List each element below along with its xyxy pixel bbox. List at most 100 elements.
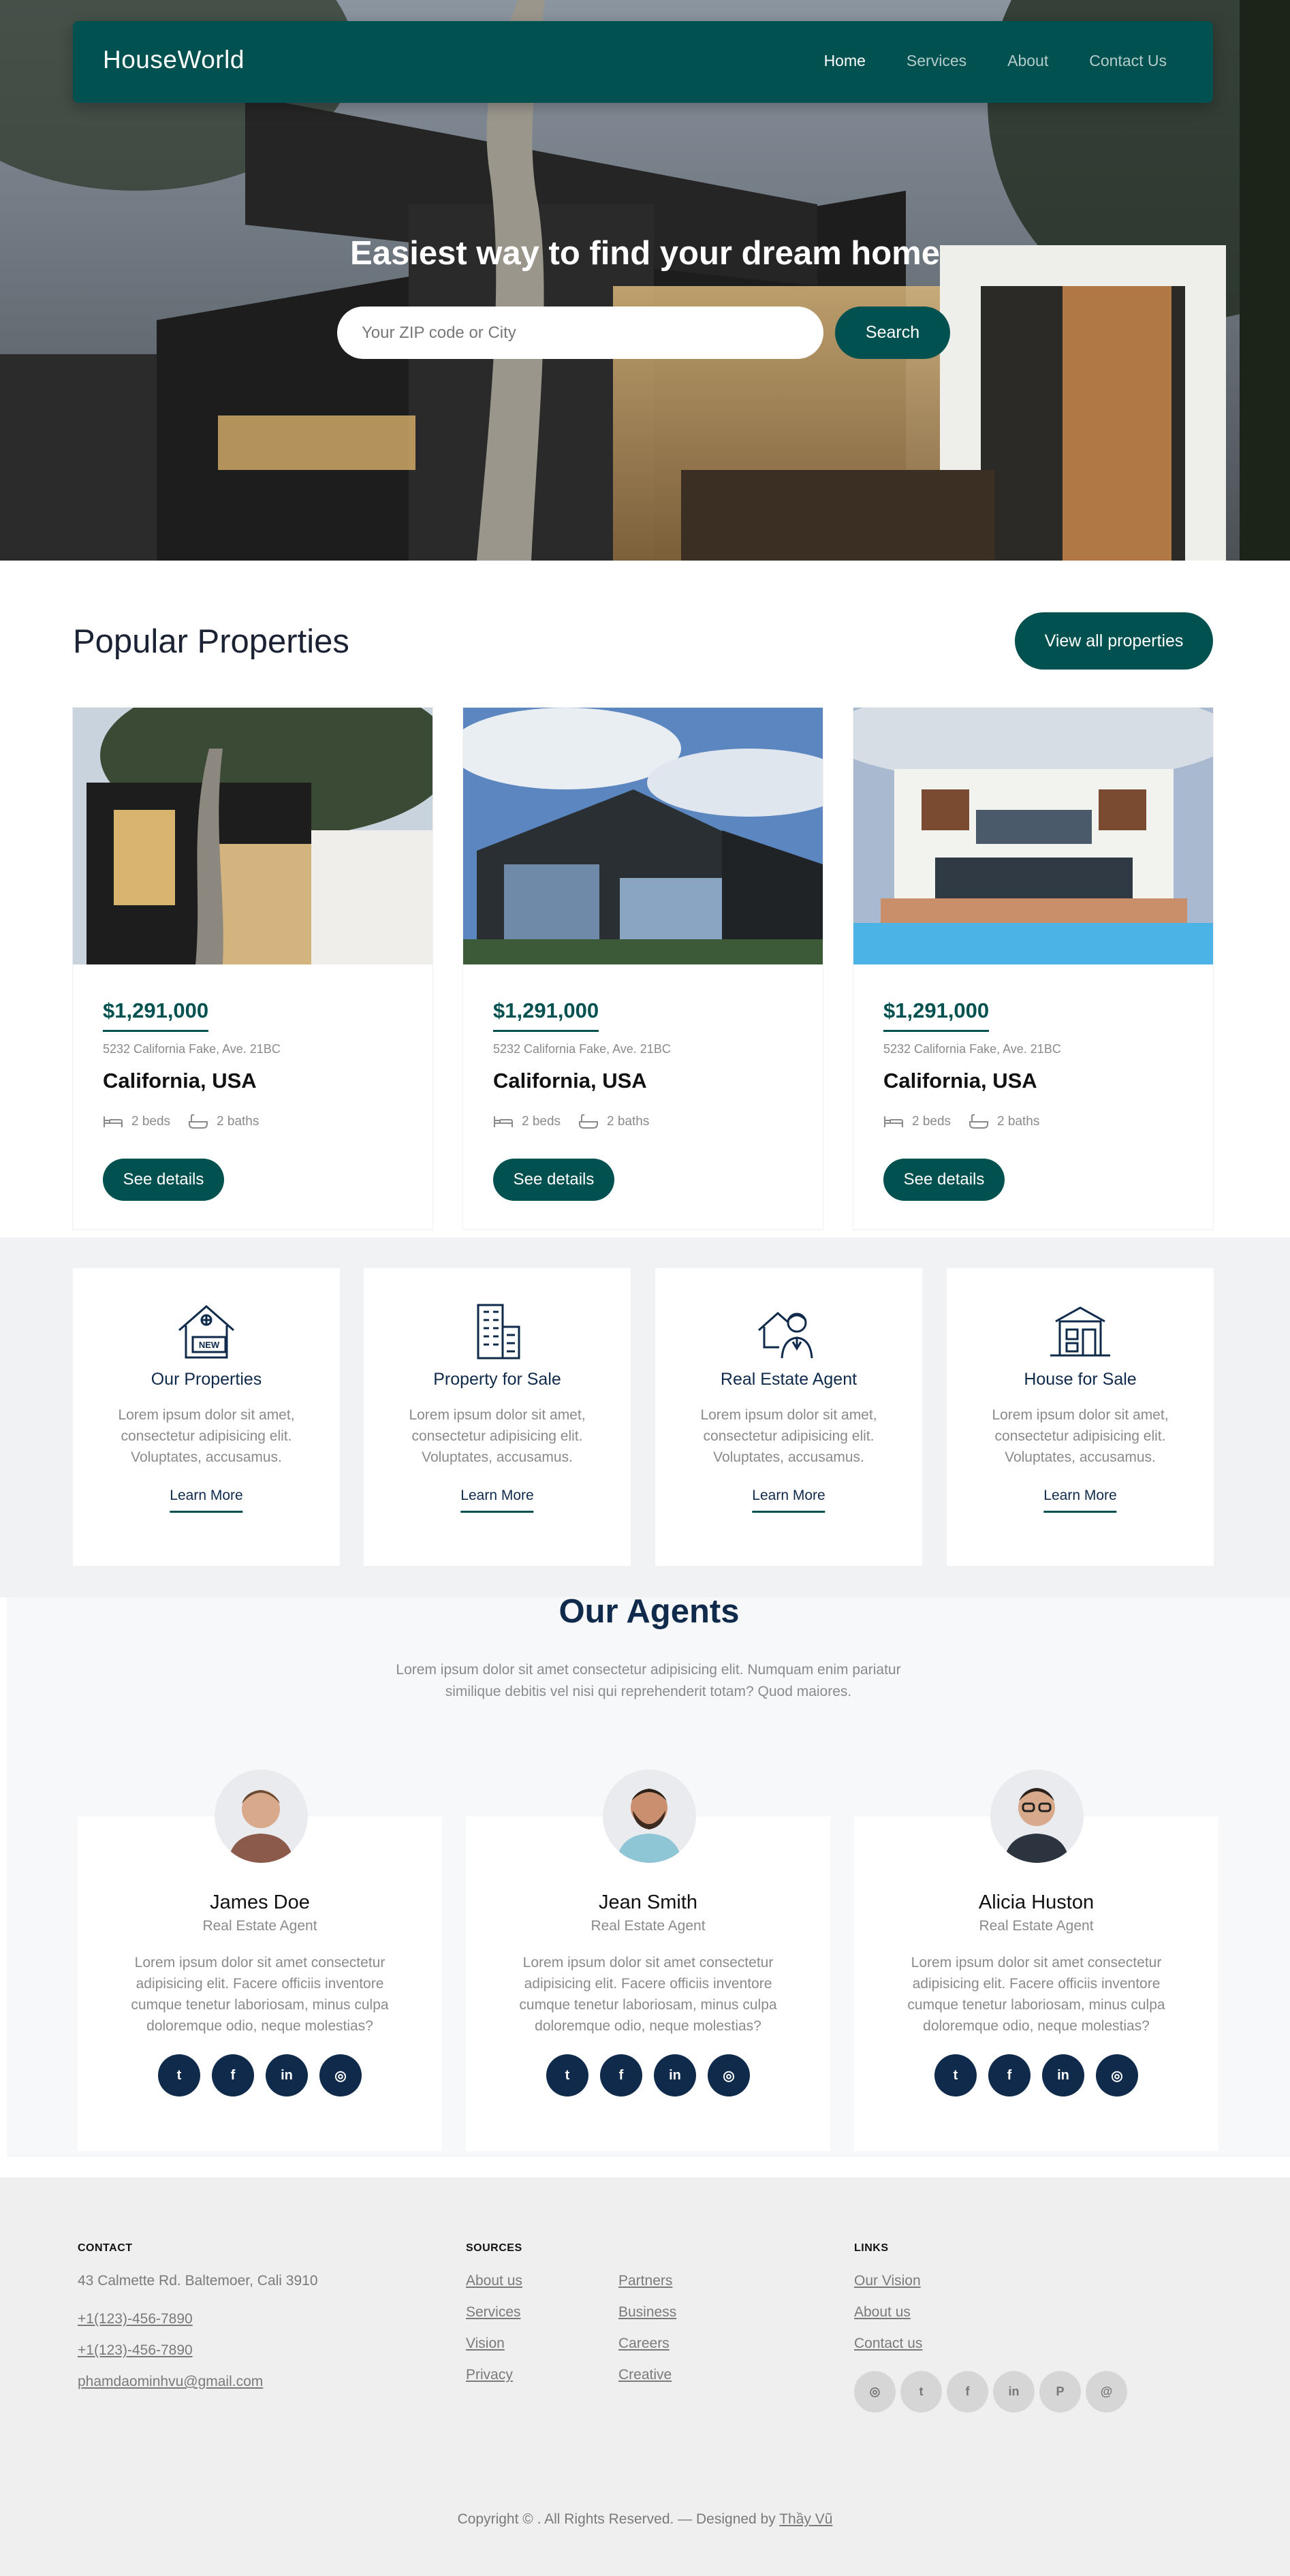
footer-links-heading: LINKS (854, 2242, 889, 2254)
nav-services[interactable]: Services (907, 52, 966, 70)
linkedin-icon[interactable]: in (266, 2054, 308, 2096)
property-address: 5232 California Fake, Ave. 21BC (103, 1042, 281, 1056)
property-card: $1,291,000 5232 California Fake, Ave. 21… (463, 708, 823, 1229)
property-specs: 2 beds 2 baths (883, 1114, 1057, 1130)
agent-socials: t f in ◎ (854, 2054, 1218, 2096)
twitter-icon[interactable]: t (158, 2054, 200, 2096)
feature-text: Lorem ipsum dolor sit amet, consectetur … (118, 1407, 295, 1465)
learn-more-link[interactable]: Learn More (752, 1488, 825, 1513)
feature-title: House for Sale (1024, 1370, 1137, 1389)
agent-bio: Lorem ipsum dolor sit amet consectetur a… (907, 1955, 1165, 2034)
bath-icon (189, 1114, 208, 1129)
property-specs: 2 beds 2 baths (493, 1114, 667, 1130)
footer-link-vision[interactable]: Vision (466, 2336, 505, 2352)
footer-link-our-vision[interactable]: Our Vision (854, 2273, 921, 2289)
property-specs: 2 beds 2 baths (103, 1114, 277, 1130)
facebook-icon[interactable]: f (947, 2371, 988, 2413)
see-details-button[interactable]: See details (883, 1159, 1005, 1201)
designer-link[interactable]: Thầy Vũ (779, 2511, 832, 2527)
property-image[interactable] (463, 708, 823, 964)
house-new-icon: NEW (178, 1305, 234, 1359)
agent-card: Jean Smith Real Estate Agent Lorem ipsum… (466, 1817, 830, 2151)
see-details-button[interactable]: See details (103, 1159, 224, 1201)
agent-icon (758, 1311, 813, 1359)
nav-home[interactable]: Home (824, 52, 866, 70)
learn-more-link[interactable]: Learn More (1043, 1488, 1117, 1513)
linkedin-icon[interactable]: in (654, 2054, 696, 2096)
property-city: California, USA (493, 1069, 647, 1093)
avatar (990, 1770, 1084, 1863)
agent-role: Real Estate Agent (979, 1918, 1094, 1934)
search-button[interactable]: Search (835, 307, 950, 359)
feature-text: Lorem ipsum dolor sit amet, consectetur … (409, 1407, 586, 1465)
instagram-icon[interactable]: ◎ (1096, 2054, 1138, 2096)
nav-about[interactable]: About (1007, 52, 1048, 70)
agent-name: Alicia Huston (978, 1891, 1095, 1913)
footer-link-services[interactable]: Services (466, 2304, 521, 2321)
agent-name: James Doe (210, 1891, 310, 1913)
agent-bio: Lorem ipsum dolor sit amet consectetur a… (519, 1955, 777, 2034)
bed-icon (884, 1116, 903, 1127)
property-address: 5232 California Fake, Ave. 21BC (493, 1042, 671, 1056)
feature-card: Property for Sale Lorem ipsum dolor sit … (364, 1268, 631, 1566)
footer-link-about[interactable]: About us (466, 2273, 522, 2289)
property-card: $1,291,000 5232 California Fake, Ave. 21… (73, 708, 432, 1229)
pinterest-icon[interactable]: P (1039, 2371, 1081, 2413)
feature-card: Real Estate Agent Lorem ipsum dolor sit … (655, 1268, 922, 1566)
footer-link-creative[interactable]: Creative (618, 2367, 672, 2383)
facebook-icon[interactable]: f (988, 2054, 1031, 2096)
twitter-icon[interactable]: t (546, 2054, 588, 2096)
footer-link-contact-us[interactable]: Contact us (854, 2336, 922, 2352)
facebook-icon[interactable]: f (600, 2054, 642, 2096)
feature-text: Lorem ipsum dolor sit amet, consectetur … (700, 1407, 877, 1465)
learn-more-link[interactable]: Learn More (170, 1488, 243, 1513)
feature-title: Real Estate Agent (720, 1370, 858, 1389)
footer-link-careers[interactable]: Careers (618, 2336, 670, 2352)
footer-email[interactable]: phamdaominhvu@gmail.com (78, 2374, 263, 2390)
nav-contact[interactable]: Contact Us (1089, 52, 1167, 70)
agent-role: Real Estate Agent (591, 1918, 706, 1934)
learn-more-link[interactable]: Learn More (460, 1488, 534, 1513)
beds-count: 2 beds (912, 1114, 951, 1129)
agents-title: Our Agents (559, 1593, 740, 1630)
footer-socials: ◎ t f in P @ (854, 2371, 1127, 2413)
property-card: $1,291,000 5232 California Fake, Ave. 21… (853, 708, 1213, 1229)
footer-link-about-us[interactable]: About us (854, 2304, 911, 2321)
property-price: $1,291,000 (493, 999, 599, 1032)
linkedin-icon[interactable]: in (993, 2371, 1035, 2413)
instagram-icon[interactable]: ◎ (708, 2054, 750, 2096)
bath-icon (579, 1114, 599, 1129)
footer-phone-2[interactable]: +1(123)-456-7890 (78, 2342, 193, 2359)
footer-link-business[interactable]: Business (618, 2304, 676, 2321)
feature-title: Our Properties (151, 1370, 262, 1389)
agent-socials: t f in ◎ (78, 2054, 442, 2096)
footer-address: 43 Calmette Rd. Baltemoer, Cali 3910 (78, 2273, 318, 2289)
linkedin-icon[interactable]: in (1042, 2054, 1084, 2096)
baths-count: 2 baths (217, 1114, 259, 1129)
twitter-icon[interactable]: t (934, 2054, 977, 2096)
agent-name: Jean Smith (598, 1891, 698, 1913)
house-sale-icon (1050, 1306, 1110, 1357)
svg-text:NEW: NEW (199, 1340, 220, 1350)
beds-count: 2 beds (131, 1114, 171, 1129)
popular-title: Popular Properties (73, 623, 349, 660)
instagram-icon[interactable]: ◎ (854, 2371, 896, 2413)
bed-icon (104, 1116, 123, 1127)
footer-phone-1[interactable]: +1(123)-456-7890 (78, 2311, 193, 2327)
brand-logo[interactable]: HouseWorld (103, 46, 245, 74)
dribbble-icon[interactable]: @ (1086, 2371, 1127, 2413)
navbar: HouseWorld Home Services About Contact U… (73, 21, 1213, 103)
property-image[interactable] (73, 708, 432, 964)
facebook-icon[interactable]: f (212, 2054, 254, 2096)
see-details-button[interactable]: See details (493, 1159, 614, 1201)
agents-intro: Lorem ipsum dolor sit amet consectetur a… (396, 1662, 901, 1699)
search-input[interactable] (337, 307, 823, 359)
building-icon (477, 1304, 520, 1360)
instagram-icon[interactable]: ◎ (319, 2054, 362, 2096)
property-image[interactable] (853, 708, 1213, 964)
view-all-button[interactable]: View all properties (1015, 612, 1213, 670)
twitter-icon[interactable]: t (900, 2371, 942, 2413)
footer-link-partners[interactable]: Partners (618, 2273, 672, 2289)
footer-contact-heading: CONTACT (78, 2242, 133, 2254)
footer-link-privacy[interactable]: Privacy (466, 2367, 513, 2383)
